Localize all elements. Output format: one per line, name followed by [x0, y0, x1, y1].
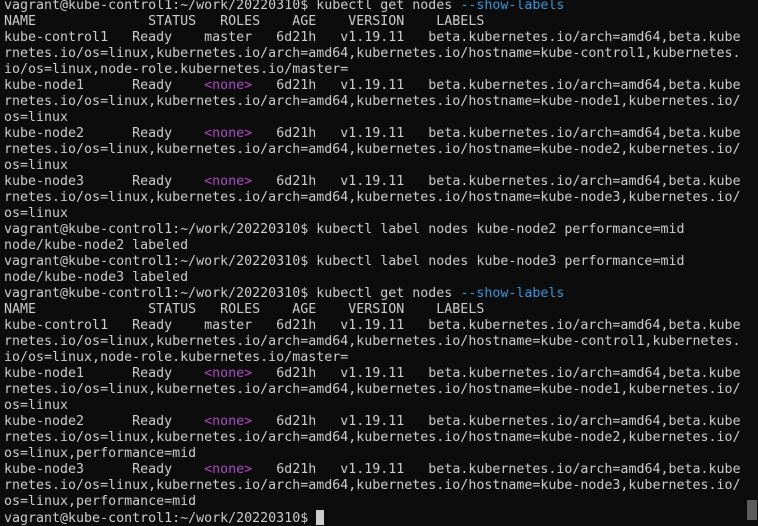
terminal-line: io/os=linux,node-role.kubernetes.io/mast… — [4, 350, 742, 366]
terminal-text: rnetes.io/os=linux,kubernetes.io/arch=am… — [4, 46, 741, 61]
terminal-line: kube-node3 Ready <none> 6d21h v1.19.11 b… — [4, 174, 742, 190]
terminal-text: kube-node3 Ready — [4, 462, 205, 477]
terminal-text: rnetes.io/os=linux,kubernetes.io/arch=am… — [4, 190, 741, 205]
terminal-text: os=linux — [4, 110, 69, 125]
role-none: <none> — [204, 126, 253, 141]
terminal-output: vagrant@kube-control1:~/work/20220310$ k… — [4, 0, 742, 526]
terminal-line: os=linux,performance=mid — [4, 494, 742, 510]
terminal-text: vagrant@kube-control1:~/work/20220310$ k… — [4, 286, 461, 301]
terminal-text: rnetes.io/os=linux,kubernetes.io/arch=am… — [4, 382, 741, 397]
terminal-line: rnetes.io/os=linux,kubernetes.io/arch=am… — [4, 46, 742, 62]
terminal-window[interactable]: vagrant@kube-control1:~/work/20220310$ k… — [0, 0, 758, 526]
role-none: <none> — [204, 174, 253, 189]
terminal-text: 6d21h v1.19.11 beta.kubernetes.io/arch=a… — [252, 462, 741, 477]
terminal-line: NAME STATUS ROLES AGE VERSION LABELS — [4, 14, 742, 30]
scrollbar-thumb[interactable] — [747, 500, 757, 520]
terminal-line: vagrant@kube-control1:~/work/20220310$ k… — [4, 222, 742, 238]
role-none: <none> — [204, 414, 253, 429]
terminal-text: 6d21h v1.19.11 beta.kubernetes.io/arch=a… — [252, 126, 741, 141]
terminal-text: os=linux — [4, 158, 69, 173]
terminal-text: 6d21h v1.19.11 beta.kubernetes.io/arch=a… — [252, 174, 741, 189]
terminal-line: rnetes.io/os=linux,kubernetes.io/arch=am… — [4, 94, 742, 110]
terminal-text: node/kube-node2 labeled — [4, 238, 189, 253]
text-cursor — [316, 510, 325, 525]
terminal-text: node/kube-node3 labeled — [4, 270, 189, 285]
terminal-line: os=linux — [4, 206, 742, 222]
terminal-line: rnetes.io/os=linux,kubernetes.io/arch=am… — [4, 142, 742, 158]
terminal-line: kube-node1 Ready <none> 6d21h v1.19.11 b… — [4, 78, 742, 94]
terminal-text: io/os=linux,node-role.kubernetes.io/mast… — [4, 62, 349, 77]
terminal-text: io/os=linux,node-role.kubernetes.io/mast… — [4, 350, 349, 365]
prompt-line[interactable]: vagrant@kube-control1:~/work/20220310$ — [4, 510, 742, 526]
terminal-line: vagrant@kube-control1:~/work/20220310$ k… — [4, 286, 742, 302]
terminal-text: 6d21h v1.19.11 beta.kubernetes.io/arch=a… — [252, 366, 741, 381]
terminal-text: NAME STATUS ROLES AGE VERSION LABELS — [4, 14, 485, 29]
terminal-text: rnetes.io/os=linux,kubernetes.io/arch=am… — [4, 94, 741, 109]
terminal-text: 6d21h v1.19.11 beta.kubernetes.io/arch=a… — [252, 414, 741, 429]
terminal-line: node/kube-node2 labeled — [4, 238, 742, 254]
terminal-line: os=linux — [4, 110, 742, 126]
terminal-text: kube-node3 Ready — [4, 174, 205, 189]
terminal-text: kube-node1 Ready — [4, 78, 205, 93]
command-flag: --show-labels — [460, 286, 565, 301]
terminal-text: os=linux,performance=mid — [4, 446, 197, 461]
terminal-line: os=linux,performance=mid — [4, 446, 742, 462]
terminal-line: kube-control1 Ready master 6d21h v1.19.1… — [4, 30, 742, 46]
terminal-line: NAME STATUS ROLES AGE VERSION LABELS — [4, 302, 742, 318]
terminal-text: os=linux — [4, 398, 69, 413]
terminal-line: vagrant@kube-control1:~/work/20220310$ k… — [4, 0, 742, 14]
role-none: <none> — [204, 78, 253, 93]
terminal-text: os=linux,performance=mid — [4, 494, 197, 509]
terminal-text: kube-node1 Ready — [4, 366, 205, 381]
terminal-text: NAME STATUS ROLES AGE VERSION LABELS — [4, 302, 485, 317]
role-none: <none> — [204, 366, 253, 381]
scrollbar-track[interactable] — [746, 0, 758, 526]
shell-prompt: vagrant@kube-control1:~/work/20220310$ — [4, 511, 317, 526]
terminal-text: rnetes.io/os=linux,kubernetes.io/arch=am… — [4, 334, 741, 349]
terminal-line: kube-node2 Ready <none> 6d21h v1.19.11 b… — [4, 414, 742, 430]
terminal-text: kube-node2 Ready — [4, 126, 205, 141]
terminal-text: os=linux — [4, 206, 69, 221]
terminal-text: rnetes.io/os=linux,kubernetes.io/arch=am… — [4, 142, 741, 157]
terminal-text: vagrant@kube-control1:~/work/20220310$ k… — [4, 222, 685, 237]
terminal-text: kube-control1 Ready master 6d21h v1.19.1… — [4, 318, 741, 333]
terminal-line: os=linux — [4, 158, 742, 174]
terminal-line: vagrant@kube-control1:~/work/20220310$ k… — [4, 254, 742, 270]
terminal-text: kube-node2 Ready — [4, 414, 205, 429]
terminal-line: kube-control1 Ready master 6d21h v1.19.1… — [4, 318, 742, 334]
terminal-line: rnetes.io/os=linux,kubernetes.io/arch=am… — [4, 478, 742, 494]
terminal-line: rnetes.io/os=linux,kubernetes.io/arch=am… — [4, 430, 742, 446]
terminal-line: rnetes.io/os=linux,kubernetes.io/arch=am… — [4, 190, 742, 206]
terminal-line: io/os=linux,node-role.kubernetes.io/mast… — [4, 62, 742, 78]
terminal-text: vagrant@kube-control1:~/work/20220310$ k… — [4, 254, 685, 269]
terminal-line: node/kube-node3 labeled — [4, 270, 742, 286]
terminal-line: os=linux — [4, 398, 742, 414]
terminal-text: kube-control1 Ready master 6d21h v1.19.1… — [4, 30, 741, 45]
terminal-text: rnetes.io/os=linux,kubernetes.io/arch=am… — [4, 478, 741, 493]
command-flag: --show-labels — [460, 0, 565, 13]
terminal-text: rnetes.io/os=linux,kubernetes.io/arch=am… — [4, 430, 741, 445]
terminal-line: kube-node1 Ready <none> 6d21h v1.19.11 b… — [4, 366, 742, 382]
terminal-text: vagrant@kube-control1:~/work/20220310$ k… — [4, 0, 461, 13]
terminal-line: rnetes.io/os=linux,kubernetes.io/arch=am… — [4, 334, 742, 350]
terminal-text: 6d21h v1.19.11 beta.kubernetes.io/arch=a… — [252, 78, 741, 93]
terminal-line: kube-node2 Ready <none> 6d21h v1.19.11 b… — [4, 126, 742, 142]
terminal-line: kube-node3 Ready <none> 6d21h v1.19.11 b… — [4, 462, 742, 478]
terminal-line: rnetes.io/os=linux,kubernetes.io/arch=am… — [4, 382, 742, 398]
role-none: <none> — [204, 462, 253, 477]
